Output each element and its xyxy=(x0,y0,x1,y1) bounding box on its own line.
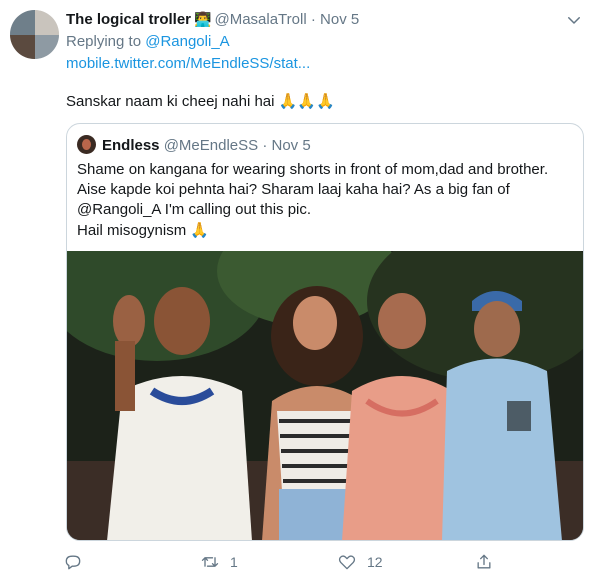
quoted-text: Shame on kangana for wearing shorts in f… xyxy=(77,160,577,241)
reply-to-link[interactable]: @Rangoli_A xyxy=(145,33,229,50)
quoted-avatar xyxy=(77,135,96,154)
chevron-down-icon[interactable] xyxy=(565,11,583,29)
retweet-icon xyxy=(201,557,219,567)
quoted-line: Aise kapde koi pehnta hai? Sharam laaj k… xyxy=(77,181,510,198)
reply-prefix: Replying to xyxy=(66,33,142,50)
tweet-header: The logical troller 👨‍💻 @MasalaTroll · Nov… xyxy=(66,11,583,31)
quoted-separator: · xyxy=(262,137,268,154)
reply-icon xyxy=(65,555,81,570)
tweet-actions: 1 12 xyxy=(0,548,597,576)
author-avatar[interactable] xyxy=(10,10,59,59)
like-action[interactable]: 12 xyxy=(337,548,383,576)
reply-action[interactable] xyxy=(63,548,93,576)
quoted-author-handle: @MeEndleSS xyxy=(163,137,259,154)
tweet-link[interactable]: mobile.twitter.com/MeEndleSS/stat... xyxy=(66,55,310,72)
quoted-line: @Rangoli_A I'm calling out this pic. xyxy=(77,201,312,218)
quoted-tweet[interactable]: Endless @MeEndleSS · Nov 5 Shame on kang… xyxy=(66,123,584,541)
quoted-author-name: Endless xyxy=(102,137,160,154)
separator: · xyxy=(310,11,316,28)
share-icon xyxy=(477,554,491,569)
quoted-photo[interactable] xyxy=(67,251,583,541)
quoted-line-last: Hail misogynism 🙏 xyxy=(77,220,577,241)
retweet-count: 1 xyxy=(230,554,238,570)
tweet-text-content: Sanskar naam ki cheej nahi hai xyxy=(66,93,275,110)
folded-hands-emoji: 🙏🙏🙏 xyxy=(278,92,335,110)
folded-hands-emoji: 🙏 xyxy=(190,221,210,239)
quoted-line-text: Hail misogynism xyxy=(77,222,187,239)
author-name[interactable]: The logical troller xyxy=(66,11,191,28)
quoted-header: Endless @MeEndleSS · Nov 5 xyxy=(77,135,311,155)
quoted-line: Shame on kangana for wearing shorts in f… xyxy=(77,161,549,178)
author-emoji: 👨‍💻 xyxy=(194,12,212,28)
tweet[interactable]: The logical troller 👨‍💻 @MasalaTroll · Nov… xyxy=(0,0,597,584)
tweet-date[interactable]: Nov 5 xyxy=(320,11,359,28)
reply-context: Replying to @Rangoli_A xyxy=(66,33,230,50)
retweet-action[interactable]: 1 xyxy=(200,548,238,576)
tweet-text: Sanskar naam ki cheej nahi hai 🙏🙏🙏 xyxy=(66,92,335,110)
quoted-date: Nov 5 xyxy=(271,137,311,154)
like-count: 12 xyxy=(367,554,383,570)
heart-icon xyxy=(338,555,356,570)
share-action[interactable] xyxy=(474,548,494,576)
author-handle[interactable]: @MasalaTroll xyxy=(214,11,306,28)
